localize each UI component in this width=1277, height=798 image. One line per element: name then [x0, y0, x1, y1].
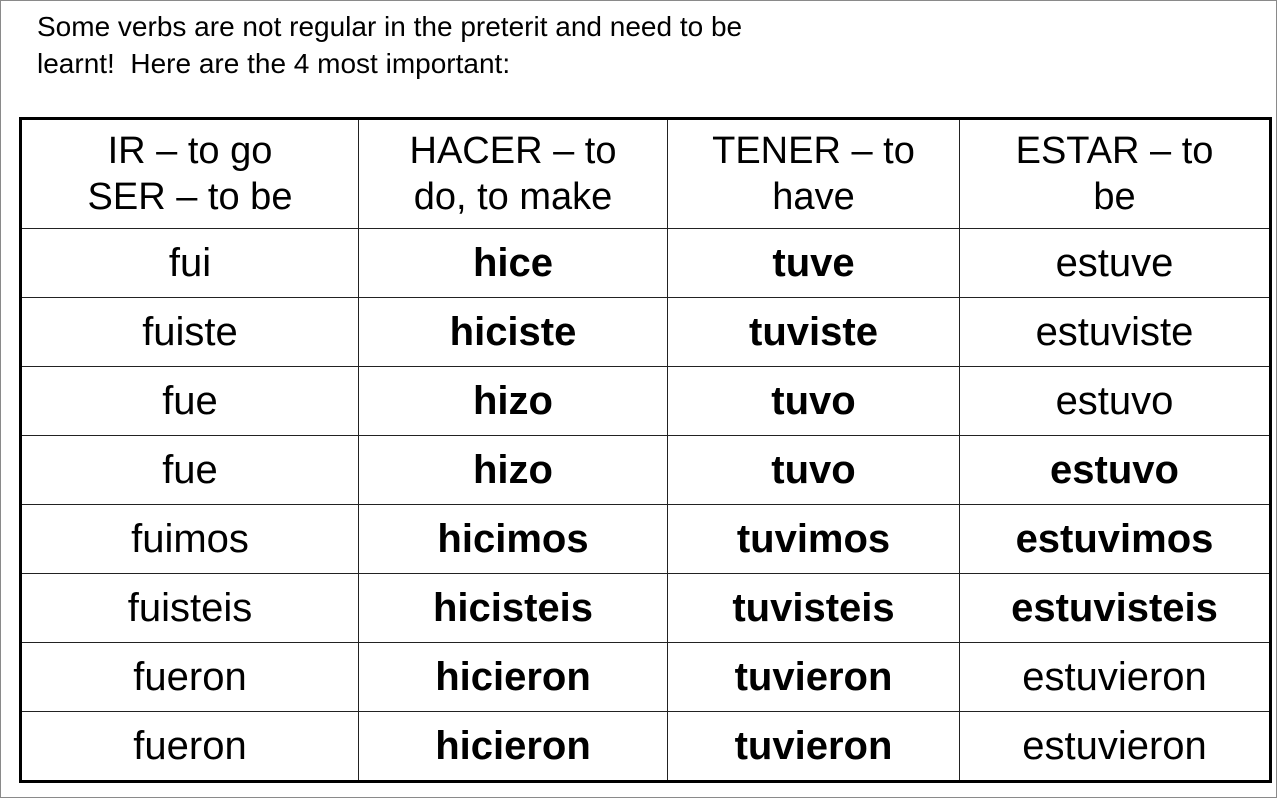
- table-row: fuimos hicimos tuvimos estuvimos: [20, 504, 1271, 574]
- cell-hacer: hicisteis: [358, 573, 668, 643]
- table-row: fue hizo tuvo estuvo: [20, 366, 1271, 436]
- irregular-preterite-table: IR – to go SER – to be HACER – to do, to m…: [19, 117, 1272, 783]
- header-line: ESTAR – to: [1015, 130, 1214, 172]
- cell-estar: estuvieron: [959, 711, 1271, 782]
- table-row: fueron hicieron tuvieron estuvieron: [20, 642, 1271, 712]
- header-line: be: [1093, 176, 1136, 218]
- header-line: do, to make: [413, 176, 613, 218]
- header-ir-ser: IR – to go SER – to be: [20, 118, 359, 229]
- cell-estar: estuve: [959, 228, 1271, 298]
- cell-ir-ser: fue: [20, 366, 359, 436]
- cell-hacer: hiciste: [358, 297, 668, 367]
- cell-hacer: hicieron: [358, 711, 668, 782]
- header-hacer: HACER – to do, to make: [358, 118, 668, 229]
- header-line: HACER – to: [409, 130, 617, 172]
- header-line: IR – to go: [107, 130, 273, 172]
- header-line: TENER – to: [712, 130, 915, 172]
- cell-tener: tuviste: [667, 297, 960, 367]
- cell-estar: estuvieron: [959, 642, 1271, 712]
- cell-ir-ser: fuimos: [20, 504, 359, 574]
- cell-hacer: hicimos: [358, 504, 668, 574]
- cell-hacer: hizo: [358, 366, 668, 436]
- header-tener: TENER – to have: [667, 118, 960, 229]
- cell-ir-ser: fueron: [20, 711, 359, 782]
- cell-estar: estuvo: [959, 366, 1271, 436]
- cell-tener: tuvo: [667, 366, 960, 436]
- table-row: fueron hicieron tuvieron estuvieron: [20, 711, 1271, 782]
- cell-tener: tuvieron: [667, 711, 960, 782]
- cell-tener: tuvieron: [667, 642, 960, 712]
- header-line: SER – to be: [87, 176, 293, 218]
- table-row: fue hizo tuvo estuvo: [20, 435, 1271, 505]
- cell-hacer: hicieron: [358, 642, 668, 712]
- table-row: fui hice tuve estuve: [20, 228, 1271, 298]
- table-row: fuiste hiciste tuviste estuviste: [20, 297, 1271, 367]
- cell-estar: estuviste: [959, 297, 1271, 367]
- cell-ir-ser: fuiste: [20, 297, 359, 367]
- cell-tener: tuvisteis: [667, 573, 960, 643]
- header-row: IR – to go SER – to be HACER – to do, to m…: [20, 118, 1271, 229]
- header-line: have: [772, 176, 855, 218]
- cell-estar: estuvimos: [959, 504, 1271, 574]
- cell-tener: tuvimos: [667, 504, 960, 574]
- table-row: fuisteis hicisteis tuvisteis estuvisteis: [20, 573, 1271, 643]
- header-estar: ESTAR – to be: [959, 118, 1271, 229]
- cell-ir-ser: fue: [20, 435, 359, 505]
- cell-ir-ser: fui: [20, 228, 359, 298]
- cell-estar: estuvisteis: [959, 573, 1271, 643]
- intro-line-1: Some verbs are not regular in the preter…: [37, 11, 743, 42]
- cell-tener: tuvo: [667, 435, 960, 505]
- cell-hacer: hice: [358, 228, 668, 298]
- cell-tener: tuve: [667, 228, 960, 298]
- cell-ir-ser: fuisteis: [20, 573, 359, 643]
- cell-ir-ser: fueron: [20, 642, 359, 712]
- intro-line-2: learnt! Here are the 4 most important:: [37, 48, 511, 79]
- cell-hacer: hizo: [358, 435, 668, 505]
- cell-estar: estuvo: [959, 435, 1271, 505]
- intro-text: Some verbs are not regular in the preter…: [37, 8, 742, 82]
